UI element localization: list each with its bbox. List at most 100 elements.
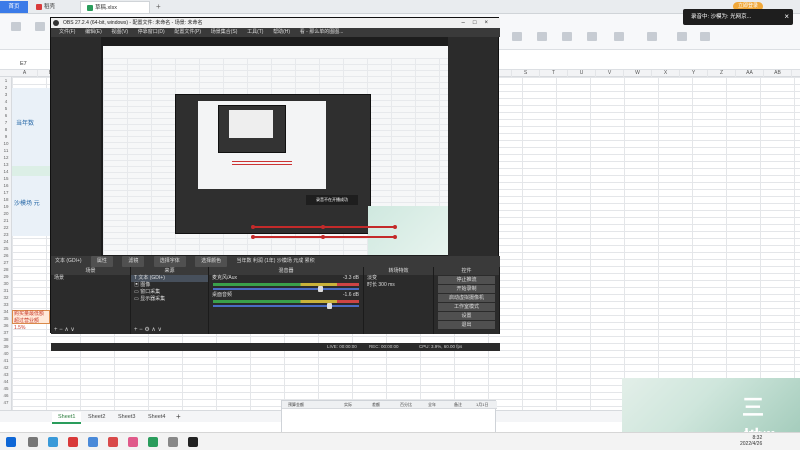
search-icon[interactable] [28,437,38,447]
sheet-tab-3[interactable]: Sheet3 [112,412,141,422]
row-number[interactable]: 5 [0,105,12,112]
row-number[interactable]: 3 [0,91,12,98]
row-number[interactable]: 45 [0,385,12,392]
menu-docks[interactable]: 停靠窗口(D) [138,28,165,37]
tab-home[interactable]: 首页 [0,1,28,13]
menu-tools[interactable]: 工具(T) [247,28,263,37]
row-number[interactable]: 9 [0,133,12,140]
source-item-text[interactable]: T 文本 (GDI+) [131,275,208,282]
exit-button[interactable]: 退出 [438,321,495,329]
row-number[interactable]: 26 [0,252,12,259]
window-controls[interactable]: –□× [462,18,496,28]
select-font-button[interactable]: 选择字体 [153,256,186,267]
row-number[interactable]: 30 [0,280,12,287]
sheet-button[interactable] [580,32,604,43]
row-number[interactable]: 14 [0,168,12,175]
menu-file[interactable]: 文件(F) [59,28,75,37]
scenes-dock-actions[interactable]: + − ∧ ∨ [51,326,130,334]
source-item-window[interactable]: ▭ 窗口采集 [131,289,208,296]
column-header-cell[interactable]: V [596,70,624,77]
tab-workbook[interactable]: 草稿.xlsx [80,1,150,13]
volume-knob[interactable] [326,303,332,309]
row-number[interactable]: 8 [0,126,12,133]
row-number[interactable]: 15 [0,175,12,182]
column-header-cell[interactable]: AA [736,70,764,77]
menu-profile[interactable]: 配置文件(P) [174,28,201,37]
row-number[interactable]: 13 [0,161,12,168]
row-number[interactable]: 46 [0,392,12,399]
table-tools-button[interactable] [640,32,664,43]
settings-button[interactable]: 设置 [438,312,495,320]
resize-handle[interactable] [251,235,255,239]
volume-slider[interactable] [213,303,359,309]
folder-icon[interactable] [88,437,98,447]
paste-button[interactable] [4,22,28,33]
sheet-tab-1[interactable]: Sheet1 [52,412,82,424]
row-number[interactable]: 4 [0,98,12,105]
row-number[interactable]: 12 [0,154,12,161]
add-tab-button[interactable]: + [156,2,161,11]
row-number[interactable]: 24 [0,238,12,245]
row-number[interactable]: 38 [0,336,12,343]
obs-title-bar[interactable]: OBS 27.2.4 (64-bit, windows) - 配置文件: 未命名… [51,18,500,28]
row-number[interactable]: 17 [0,189,12,196]
column-header-cell[interactable]: W [624,70,652,77]
resize-handle[interactable] [321,225,325,229]
copy-button[interactable] [28,22,52,33]
row-number[interactable]: 31 [0,287,12,294]
row-number[interactable]: 16 [0,182,12,189]
edge-icon[interactable] [48,437,58,447]
close-icon[interactable]: × [784,9,789,25]
stop-streaming-button[interactable]: 停止推流 [438,276,495,284]
tab-docer[interactable]: 稻壳 [30,1,74,13]
sheet-tab-4[interactable]: Sheet4 [142,412,171,422]
row-number[interactable]: 2 [0,84,12,91]
row-number[interactable]: 43 [0,371,12,378]
row-number[interactable]: 21 [0,217,12,224]
row-number[interactable]: 34 [0,308,12,315]
start-recording-button[interactable]: 开始录制 [438,285,495,293]
freeze-button[interactable] [607,32,631,43]
row-number[interactable]: 41 [0,357,12,364]
sources-dock-actions[interactable]: + − ⚙ ∧ ∨ [131,326,208,334]
column-header-cell[interactable]: AB [764,70,792,77]
app-icon[interactable] [168,437,178,447]
column-header-cell[interactable]: Z [708,70,736,77]
scene-item[interactable]: 场景 [51,275,130,282]
row-number[interactable]: 10 [0,140,12,147]
volume-slider[interactable] [213,286,359,292]
row-number[interactable]: 18 [0,196,12,203]
row-number[interactable]: 1 [0,77,12,84]
fill-button[interactable] [505,32,529,43]
row-number[interactable]: 20 [0,210,12,217]
column-header-cell[interactable]: S [512,70,540,77]
row-number[interactable]: 33 [0,301,12,308]
row-number[interactable]: 29 [0,273,12,280]
app-icon[interactable] [128,437,138,447]
volume-knob[interactable] [318,286,324,292]
row-number[interactable]: 32 [0,294,12,301]
menu-edit[interactable]: 编辑(E) [85,28,102,37]
row-number[interactable]: 36 [0,322,12,329]
wps-icon[interactable] [68,437,78,447]
row-number[interactable]: 40 [0,350,12,357]
find-button[interactable] [670,32,694,43]
row-number[interactable]: 28 [0,266,12,273]
row-number[interactable]: 35 [0,315,12,322]
obs-icon[interactable] [188,437,198,447]
menu-help[interactable]: 帮助(H) [273,28,290,37]
row-number[interactable]: 39 [0,343,12,350]
row-number[interactable]: 27 [0,259,12,266]
column-header-cell[interactable]: U [568,70,596,77]
source-item-image[interactable]: ▣ 图像 [131,282,208,289]
row-number[interactable]: 37 [0,329,12,336]
column-header-cell[interactable]: A [12,70,38,77]
row-number[interactable]: 11 [0,147,12,154]
row-number[interactable]: 7 [0,119,12,126]
row-number[interactable]: 23 [0,231,12,238]
obs-window[interactable]: OBS 27.2.4 (64-bit, windows) - 配置文件: 未命名… [50,17,500,351]
row-number[interactable]: 22 [0,224,12,231]
column-header-cell[interactable]: T [540,70,568,77]
row-number[interactable]: 19 [0,203,12,210]
resize-handle[interactable] [321,235,325,239]
